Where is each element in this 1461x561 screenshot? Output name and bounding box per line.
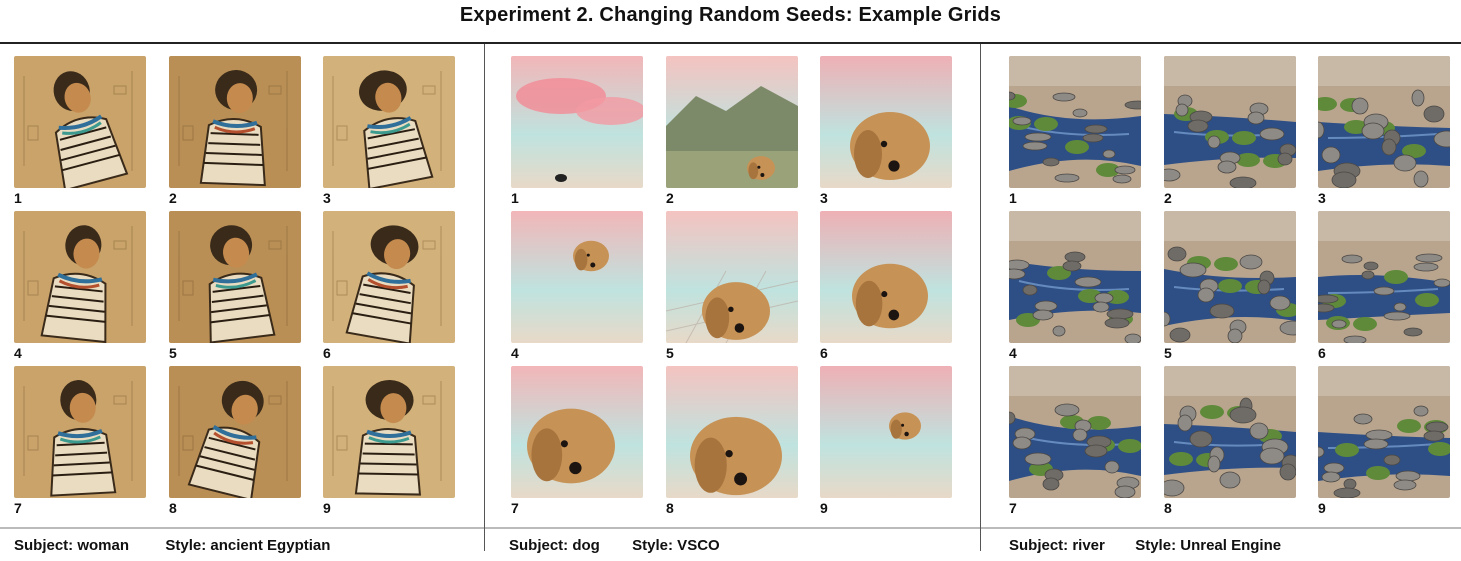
dog-image-2 bbox=[666, 56, 798, 188]
dog-image-1 bbox=[511, 56, 643, 188]
image-number: 7 bbox=[511, 500, 519, 516]
subject-label: Subject: dog bbox=[509, 537, 600, 554]
image-number: 8 bbox=[666, 500, 674, 516]
image-number: 2 bbox=[1164, 190, 1172, 206]
divider-1 bbox=[484, 44, 485, 551]
image-number: 1 bbox=[14, 190, 22, 206]
image-number: 9 bbox=[323, 500, 331, 516]
image-number: 9 bbox=[820, 500, 828, 516]
river-image-9 bbox=[1318, 366, 1450, 498]
divider-2 bbox=[980, 44, 981, 551]
woman-image-8 bbox=[169, 366, 301, 498]
image-number: 6 bbox=[323, 345, 331, 361]
dog-image-5 bbox=[666, 211, 798, 343]
river-image-1 bbox=[1009, 56, 1141, 188]
image-number: 7 bbox=[1009, 500, 1017, 516]
river-image-6 bbox=[1318, 211, 1450, 343]
caption-woman: Subject: woman Style: ancient Egyptian bbox=[14, 537, 330, 554]
dog-image-4 bbox=[511, 211, 643, 343]
dog-image-7 bbox=[511, 366, 643, 498]
image-number: 3 bbox=[1318, 190, 1326, 206]
image-number: 4 bbox=[14, 345, 22, 361]
image-number: 1 bbox=[1009, 190, 1017, 206]
subject-label: Subject: woman bbox=[14, 537, 130, 554]
river-image-5 bbox=[1164, 211, 1296, 343]
woman-image-3 bbox=[323, 56, 455, 188]
woman-image-7 bbox=[14, 366, 146, 498]
image-number: 4 bbox=[1009, 345, 1017, 361]
image-number: 4 bbox=[511, 345, 519, 361]
image-number: 9 bbox=[1318, 500, 1326, 516]
caption-river: Subject: river Style: Unreal Engine bbox=[1009, 537, 1281, 554]
subject-label: Subject: river bbox=[1009, 537, 1105, 554]
dog-image-9 bbox=[820, 366, 952, 498]
dog-image-8 bbox=[666, 366, 798, 498]
bottom-rule bbox=[0, 527, 1461, 529]
style-label: Style: Unreal Engine bbox=[1135, 537, 1282, 554]
figure-title: Experiment 2. Changing Random Seeds: Exa… bbox=[459, 4, 1002, 26]
image-number: 2 bbox=[666, 190, 674, 206]
image-number: 3 bbox=[820, 190, 828, 206]
river-image-8 bbox=[1164, 366, 1296, 498]
woman-image-5 bbox=[169, 211, 301, 343]
image-number: 6 bbox=[1318, 345, 1326, 361]
woman-image-2 bbox=[169, 56, 301, 188]
image-number: 6 bbox=[820, 345, 828, 361]
river-image-7 bbox=[1009, 366, 1141, 498]
woman-image-1 bbox=[14, 56, 146, 188]
image-number: 5 bbox=[169, 345, 177, 361]
image-number: 2 bbox=[169, 190, 177, 206]
style-label: Style: ancient Egyptian bbox=[165, 537, 331, 554]
woman-image-9 bbox=[323, 366, 455, 498]
river-image-2 bbox=[1164, 56, 1296, 188]
image-number: 1 bbox=[511, 190, 519, 206]
image-number: 7 bbox=[14, 500, 22, 516]
image-number: 8 bbox=[169, 500, 177, 516]
dog-image-6 bbox=[820, 211, 952, 343]
river-image-4 bbox=[1009, 211, 1141, 343]
caption-dog: Subject: dog Style: VSCO bbox=[509, 537, 720, 554]
river-image-3 bbox=[1318, 56, 1450, 188]
image-number: 5 bbox=[1164, 345, 1172, 361]
dog-image-3 bbox=[820, 56, 952, 188]
woman-image-6 bbox=[323, 211, 455, 343]
image-number: 5 bbox=[666, 345, 674, 361]
image-number: 3 bbox=[323, 190, 331, 206]
style-label: Style: VSCO bbox=[632, 537, 720, 554]
woman-image-4 bbox=[14, 211, 146, 343]
top-rule bbox=[0, 42, 1461, 44]
image-number: 8 bbox=[1164, 500, 1172, 516]
